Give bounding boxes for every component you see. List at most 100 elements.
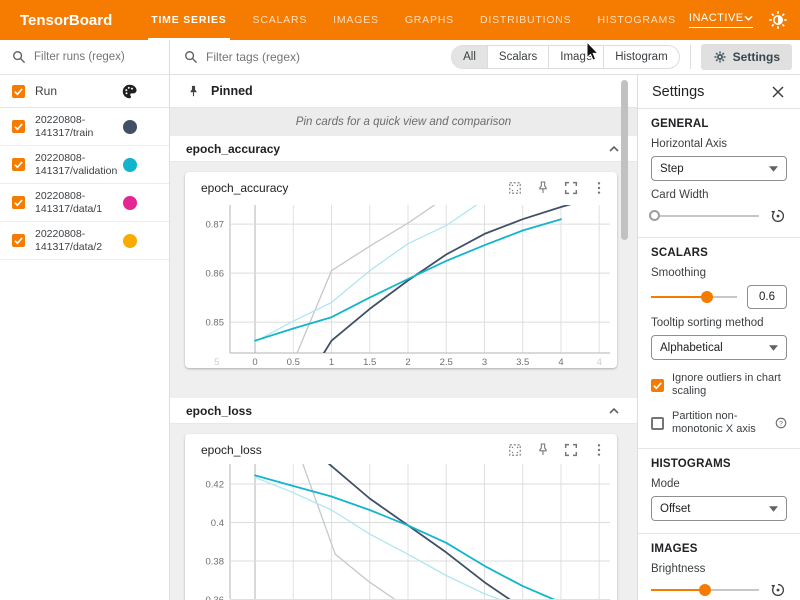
ignore-outliers-row[interactable]: Ignore outliers in chart scaling: [651, 372, 787, 398]
run-row-train[interactable]: 20220808-141317/train: [0, 108, 169, 146]
epoch-accuracy-chart[interactable]: 0.850.860.8700.511.522.533.5454: [185, 202, 617, 368]
section-title: epoch_loss: [186, 404, 252, 418]
run-color-dot: [123, 234, 137, 248]
svg-text:2: 2: [405, 357, 410, 368]
more-options-icon[interactable]: [591, 442, 607, 458]
caret-down-icon: [769, 345, 778, 351]
section-heading: HISTOGRAMS: [651, 458, 787, 470]
more-options-icon[interactable]: [591, 180, 607, 196]
runs-header-label: Run: [35, 84, 121, 98]
help-icon[interactable]: ?: [775, 417, 787, 429]
smoothing-label: Smoothing: [651, 267, 787, 279]
svg-text:1.5: 1.5: [363, 357, 376, 368]
palette-icon[interactable]: [121, 83, 138, 100]
chip-histogram[interactable]: Histogram: [603, 46, 678, 68]
card-title: epoch_loss: [201, 443, 262, 457]
fullscreen-icon[interactable]: [563, 180, 579, 196]
tag-type-filter-group: All Scalars Image Histogram: [451, 45, 680, 69]
vertical-scrollbar[interactable]: [621, 80, 628, 240]
filter-runs-input[interactable]: [34, 51, 157, 63]
gear-icon: [713, 50, 727, 64]
checkbox-label: Ignore outliers in chart scaling: [672, 372, 787, 398]
fit-to-domain-icon[interactable]: [507, 180, 523, 196]
caret-down-icon: [769, 506, 778, 512]
histogram-mode-select[interactable]: Offset: [651, 496, 787, 521]
tab-distributions[interactable]: DISTRIBUTIONS: [467, 0, 585, 40]
card-title: epoch_accuracy: [201, 181, 288, 195]
settings-panel: Settings GENERAL Horizontal Axis Step Ca…: [637, 75, 800, 600]
close-icon[interactable]: [770, 84, 786, 100]
svg-text:3: 3: [482, 357, 487, 368]
fit-to-domain-icon[interactable]: [507, 442, 523, 458]
tab-time-series[interactable]: TIME SERIES: [138, 0, 239, 40]
search-icon: [184, 50, 198, 64]
checkbox-label: Partition non-monotonic X axis: [672, 410, 772, 436]
nav-tabs: TIME SERIES SCALARS IMAGES GRAPHS DISTRI…: [138, 0, 689, 40]
dark-mode-toggle-icon[interactable]: [768, 10, 788, 30]
run-color-dot: [123, 196, 137, 210]
smoothing-value-input[interactable]: 0.6: [747, 285, 787, 309]
svg-text:0.5: 0.5: [287, 357, 300, 368]
section-header-epoch-accuracy[interactable]: epoch_accuracy: [170, 136, 637, 162]
svg-text:0.86: 0.86: [206, 269, 225, 280]
pinned-label: Pinned: [211, 84, 253, 98]
tooltip-sorting-select[interactable]: Alphabetical: [651, 335, 787, 360]
run-label: 20220808-141317/validation: [35, 152, 123, 178]
tab-scalars[interactable]: SCALARS: [240, 0, 321, 40]
svg-text:0.42: 0.42: [206, 480, 225, 491]
run-row-data2[interactable]: 20220808-141317/data/2: [0, 222, 169, 260]
run-label: 20220808-141317/data/1: [35, 190, 123, 216]
filter-runs-row: [0, 40, 169, 75]
run-checkbox[interactable]: [12, 196, 25, 209]
run-row-validation[interactable]: 20220808-141317/validation: [0, 146, 169, 184]
brightness-slider[interactable]: [651, 583, 759, 597]
settings-section-general: GENERAL Horizontal Axis Step Card Width: [638, 109, 800, 238]
chip-all[interactable]: All: [452, 46, 487, 68]
tab-histograms[interactable]: HISTOGRAMS: [584, 0, 688, 40]
svg-text:?: ?: [779, 420, 783, 427]
partition-x-axis-checkbox[interactable]: [651, 417, 664, 430]
selected-value: Offset: [660, 503, 769, 515]
run-checkbox[interactable]: [12, 120, 25, 133]
svg-text:0.87: 0.87: [206, 220, 225, 231]
chevron-up-icon[interactable]: [607, 404, 621, 418]
settings-panel-title: Settings: [652, 84, 704, 100]
run-checkbox[interactable]: [12, 158, 25, 171]
run-row-data1[interactable]: 20220808-141317/data/1: [0, 184, 169, 222]
svg-text:0.38: 0.38: [206, 557, 225, 568]
runs-sidebar: Run 20220808-141317/train 20220808-14131…: [0, 40, 170, 600]
filter-tags-input[interactable]: [206, 50, 451, 64]
chevron-down-icon: [744, 15, 753, 21]
toolbar-divider: [690, 45, 691, 69]
ignore-outliers-checkbox[interactable]: [651, 379, 664, 392]
horizontal-axis-select[interactable]: Step: [651, 156, 787, 181]
fullscreen-icon[interactable]: [563, 442, 579, 458]
svg-text:5: 5: [214, 357, 219, 368]
horizontal-axis-label: Horizontal Axis: [651, 138, 787, 150]
section-header-epoch-loss[interactable]: epoch_loss: [170, 398, 637, 424]
reset-icon[interactable]: [769, 581, 787, 599]
svg-text:2.5: 2.5: [440, 357, 453, 368]
pin-card-icon[interactable]: [535, 442, 551, 458]
epoch-loss-chart[interactable]: 0.420.40.380.36: [185, 464, 617, 600]
reload-status-select[interactable]: INACTIVE: [689, 12, 753, 28]
section-title: epoch_accuracy: [186, 142, 280, 156]
smoothing-slider[interactable]: [651, 290, 737, 304]
chip-image[interactable]: Image: [548, 46, 603, 68]
tab-images[interactable]: IMAGES: [320, 0, 392, 40]
reset-icon[interactable]: [769, 207, 787, 225]
top-bar: TensorBoard TIME SERIES SCALARS IMAGES G…: [0, 0, 800, 40]
chevron-up-icon[interactable]: [607, 142, 621, 156]
pin-card-icon[interactable]: [535, 180, 551, 196]
run-color-dot: [123, 158, 137, 172]
pin-icon: [186, 84, 201, 99]
chip-scalars[interactable]: Scalars: [487, 46, 548, 68]
card-width-slider[interactable]: [651, 209, 759, 223]
search-icon: [12, 50, 26, 64]
run-checkbox[interactable]: [12, 234, 25, 247]
partition-x-axis-row[interactable]: Partition non-monotonic X axis ?: [651, 410, 787, 436]
selected-value: Alphabetical: [660, 342, 769, 354]
tab-graphs[interactable]: GRAPHS: [392, 0, 467, 40]
runs-select-all-checkbox[interactable]: [12, 85, 25, 98]
settings-button[interactable]: Settings: [701, 44, 792, 70]
